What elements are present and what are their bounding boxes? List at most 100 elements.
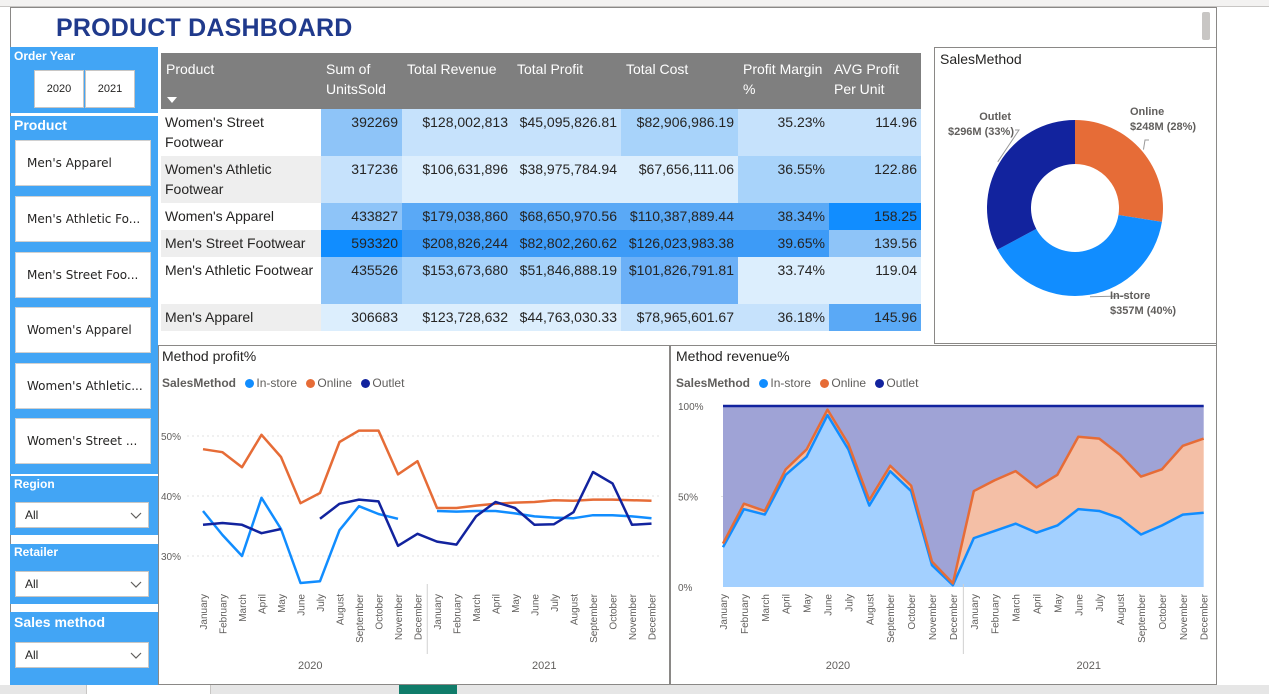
order-year-slicer: Order Year 2020 2021 (10, 47, 158, 113)
table-cell: $44,763,030.33 (512, 304, 621, 331)
region-dropdown[interactable]: All (15, 502, 149, 528)
page-tab-active[interactable] (399, 685, 457, 694)
x-tick-label: February (991, 594, 1002, 634)
salesmethod-donut-panel: SalesMethod Online $248M (28%) In-store $35… (934, 47, 1217, 344)
revenue-area-chart[interactable]: 100% 50% 0% January February March April May Jun… (671, 346, 1218, 686)
y-tick-label: 50% (678, 493, 698, 504)
x-tick-label: October (1158, 593, 1169, 629)
x-tick-label: January (719, 594, 730, 630)
column-header[interactable]: AVG Profit Per Unit (829, 53, 921, 109)
product-item[interactable]: Women's Athletic... (15, 363, 151, 409)
x-tick-label: November (394, 593, 405, 640)
sort-down-icon[interactable] (167, 97, 177, 103)
table-cell: 114.96 (829, 109, 921, 156)
donut-label-value: $296M (33%) (948, 126, 1014, 138)
table-cell: 33.74% (738, 257, 829, 304)
chevron-down-icon (130, 512, 142, 519)
table-cell: $110,387,889.44 (621, 203, 738, 230)
x-tick-label: April (492, 594, 503, 614)
x-tick-label: May (277, 594, 288, 613)
x-tick-label: March (1012, 594, 1023, 622)
column-header[interactable]: Sum of UnitsSold (321, 53, 402, 109)
profit-line-chart[interactable]: 50% 40% 30% January February March April May Jun… (159, 346, 671, 686)
table-cell: $208,826,244 (402, 230, 512, 257)
x-tick-label: January (199, 594, 210, 630)
table-cell: $78,965,601.67 (621, 304, 738, 331)
x-tick-label: October (609, 593, 620, 629)
y-tick-label: 40% (161, 492, 181, 503)
x-tick-label: January (970, 594, 981, 630)
table-cell: 433827 (321, 203, 402, 230)
method-profit-panel: Method profit% SalesMethod In-store Onli… (158, 345, 670, 685)
x-tick-label: August (1116, 594, 1127, 625)
x-tick-label: September (886, 593, 897, 643)
x-tick-label: March (472, 594, 483, 622)
column-header[interactable]: Profit Margin % (738, 53, 829, 109)
table-cell: $101,826,791.81 (621, 257, 738, 304)
table-cell: $67,656,111.06 (621, 156, 738, 203)
table-cell: 317236 (321, 156, 402, 203)
table-cell-product: Men's Athletic Footwear (161, 257, 321, 304)
table-cell: $38,975,784.94 (512, 156, 621, 203)
table-cell: 145.96 (829, 304, 921, 331)
sales-method-label: Sales method (14, 614, 106, 630)
chevron-down-icon (130, 581, 142, 588)
table-cell: $153,673,680 (402, 257, 512, 304)
table-cell-product: Men's Apparel (161, 304, 321, 331)
table-cell: $126,023,983.38 (621, 230, 738, 257)
right-gutter (1218, 7, 1269, 685)
product-slicer-label: Product (14, 117, 67, 133)
table-cell: 36.18% (738, 304, 829, 331)
table-cell: $123,728,632 (402, 304, 512, 331)
table-cell: 593320 (321, 230, 402, 257)
donut-label-value: $248M (28%) (1130, 121, 1196, 133)
column-header[interactable]: Total Revenue (402, 53, 512, 109)
retailer-label: Retailer (14, 545, 59, 559)
column-header[interactable]: Total Profit (512, 53, 621, 109)
sales-method-dropdown[interactable]: All (15, 642, 149, 668)
order-year-2020[interactable]: 2020 (34, 70, 84, 108)
x-tick-label: December (949, 593, 960, 640)
x-tick-label: June (824, 594, 835, 616)
donut-slice-outlet (987, 120, 1075, 250)
order-year-2021[interactable]: 2021 (85, 70, 135, 108)
product-item[interactable]: Men's Apparel (15, 140, 151, 186)
table-cell: 38.34% (738, 203, 829, 230)
product-item[interactable]: Women's Apparel (15, 307, 151, 353)
table-cell: $128,002,813 (402, 109, 512, 156)
product-item[interactable]: Men's Athletic Fo... (15, 196, 151, 242)
table-cell: 435526 (321, 257, 402, 304)
column-header[interactable]: Total Cost (621, 53, 738, 109)
table-cell-product: Women's Apparel (161, 203, 321, 230)
x-tick-label: February (740, 594, 751, 634)
table-cell-product: Women's Athletic Footwear (161, 156, 321, 203)
table-cell: $51,846,888.19 (512, 257, 621, 304)
product-item[interactable]: Women's Street ... (15, 418, 151, 464)
method-revenue-panel: Method revenue% SalesMethod In-store Onl… (670, 345, 1217, 685)
x-tick-label: June (1074, 594, 1085, 616)
x-tick-label: November (1179, 593, 1190, 640)
x-tick-label: February (219, 594, 230, 634)
table-cell: $106,631,896 (402, 156, 512, 203)
x-tick-label: September (1137, 593, 1148, 643)
y-tick-label: 50% (161, 432, 181, 443)
table-cell-product: Men's Street Footwear (161, 230, 321, 257)
retailer-value: All (25, 577, 39, 591)
x-tick-label: December (648, 593, 659, 640)
chevron-down-icon (130, 652, 142, 659)
table-cell-product: Women's Street Footwear (161, 109, 321, 156)
order-year-label: Order Year (14, 49, 76, 63)
x-tick-label: March (761, 594, 772, 622)
x-tick-label: August (336, 594, 347, 625)
product-item[interactable]: Men's Street Foo... (15, 252, 151, 298)
vertical-scrollbar[interactable] (1202, 12, 1210, 40)
column-header[interactable]: Product (161, 53, 321, 109)
donut-label-value: $357M (40%) (1110, 305, 1176, 317)
page-tab[interactable] (86, 685, 211, 694)
page-title: PRODUCT DASHBOARD (56, 14, 353, 42)
retailer-dropdown[interactable]: All (15, 571, 149, 597)
x-tick-label: June (297, 594, 308, 616)
donut-chart[interactable]: Online $248M (28%) In-store $357M (40%) Outl… (935, 48, 1218, 345)
x-tick-label: September (355, 593, 366, 643)
donut-leader-line (1142, 139, 1149, 150)
